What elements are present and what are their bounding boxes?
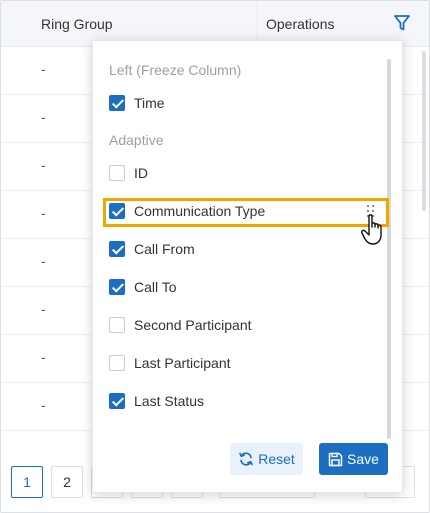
filter-icon[interactable] [392,13,412,33]
reset-icon [239,452,254,466]
column-option-label: ID [134,165,148,181]
column-option-label: Last Status [134,393,205,409]
column-option-second-participant[interactable]: Second Participant [109,315,252,335]
save-button[interactable]: Save [319,443,388,475]
column-option-id[interactable]: ID [109,163,148,183]
checkbox[interactable] [109,95,125,111]
checkbox[interactable] [109,203,125,219]
save-icon [328,452,343,466]
checkbox[interactable] [109,165,125,181]
column-option-label: Communication Type [134,203,266,219]
column-option-last-participant[interactable]: Last Participant [109,353,231,373]
save-button-label: Save [347,451,379,467]
group-title-freeze: Left (Freeze Column) [109,62,242,78]
ring-group-cell: - [41,205,46,221]
column-option-label: Call To [134,279,177,295]
reset-button-label: Reset [258,451,295,467]
column-option-label: Call From [134,241,195,257]
column-option-call-to[interactable]: Call To [109,277,177,297]
table-scrollbar[interactable] [422,51,426,211]
page-button-1[interactable]: 1 [11,466,43,498]
checkbox[interactable] [109,355,125,371]
column-option-communication-type[interactable]: Communication Type [109,201,265,221]
ring-group-cell: - [41,61,46,77]
checkbox[interactable] [109,317,125,333]
checkbox[interactable] [109,393,125,409]
column-option-last-status[interactable]: Last Status [109,391,204,411]
checkbox[interactable] [109,241,125,257]
column-header-ring-group: Ring Group [41,16,113,32]
ring-group-cell: - [41,253,46,269]
column-option-label: Second Participant [134,317,252,333]
checkbox[interactable] [109,279,125,295]
ring-group-cell: - [41,157,46,173]
column-option-time[interactable]: Time [109,93,165,113]
ring-group-cell: - [41,349,46,365]
ring-group-cell: - [41,109,46,125]
column-option-label: Last Participant [134,355,231,371]
panel-scrollbar[interactable] [387,59,391,439]
column-option-label: Time [134,95,165,111]
ring-group-cell: - [41,397,46,413]
group-title-adaptive: Adaptive [109,132,164,148]
column-option-call-from[interactable]: Call From [109,239,195,259]
hand-pointer-icon [361,213,387,247]
reset-button[interactable]: Reset [230,443,303,475]
ring-group-cell: - [41,301,46,317]
column-header-operations: Operations [266,16,335,32]
column-settings-panel: Left (Freeze Column) Time Adaptive ID Co… [92,40,403,493]
page-button-2[interactable]: 2 [51,466,83,498]
